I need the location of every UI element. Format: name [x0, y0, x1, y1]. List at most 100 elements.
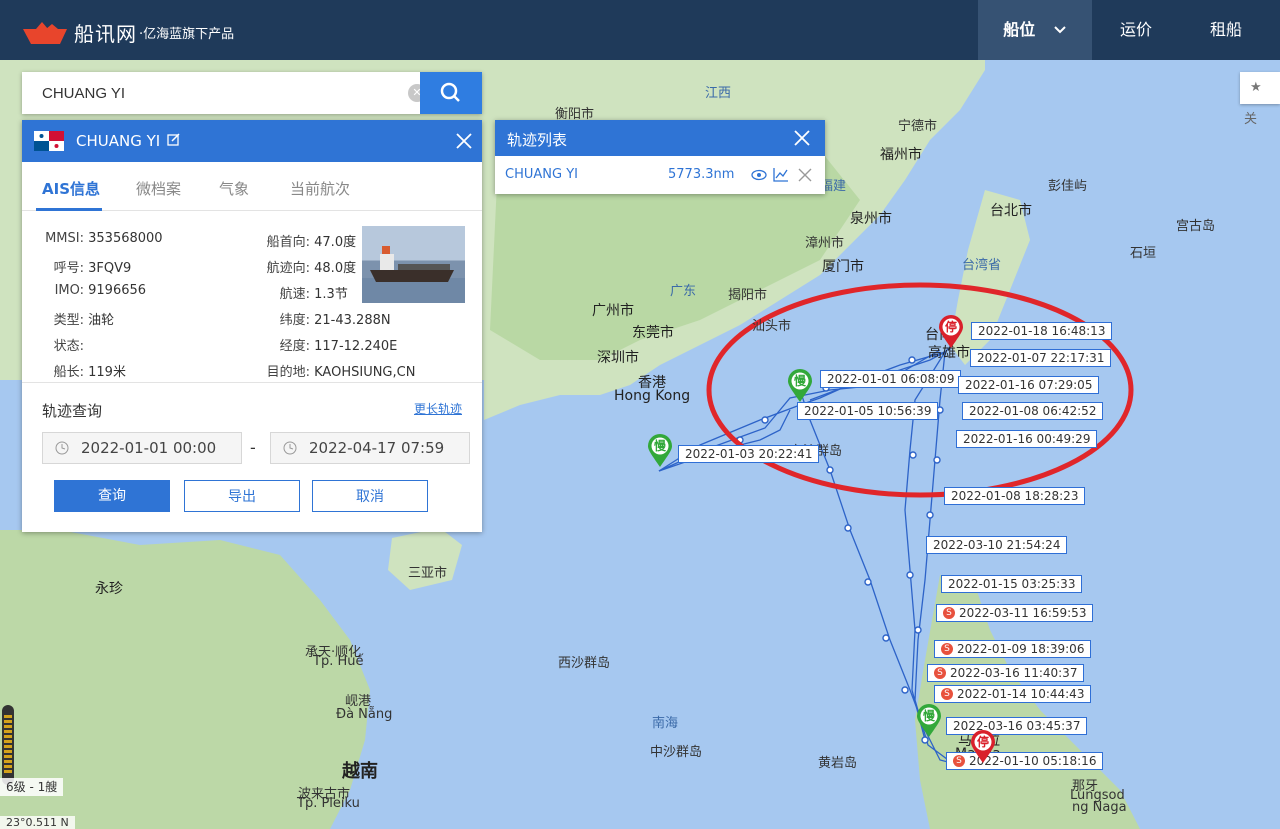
map-place-label: 广东 — [670, 284, 697, 299]
field-type: 类型: 油轮 — [53, 313, 115, 328]
map-place-label: 越南 — [342, 761, 378, 782]
map-place-label: 厦门市 — [822, 259, 864, 275]
edit-icon[interactable] — [167, 133, 180, 146]
search-button[interactable] — [420, 72, 482, 114]
vessel-name: CHUANG YI — [76, 132, 161, 150]
favorites-button[interactable]: ★ 关 — [1240, 72, 1280, 127]
track-time-text: 2022-03-10 21:54:24 — [933, 538, 1061, 552]
export-button[interactable]: 导出 — [184, 480, 300, 512]
field-status: 状态: — [53, 339, 84, 354]
ship-status-pin-icon[interactable]: 慢 — [787, 369, 813, 403]
map-place-label: 西沙群岛 — [558, 656, 611, 671]
map-place-label: Hong Kong — [614, 388, 691, 404]
ship-status-pin-icon[interactable]: 停 — [970, 730, 996, 764]
track-ship-name[interactable]: CHUANG YI — [505, 167, 578, 182]
map-place-label: 江西 — [705, 86, 732, 101]
map-place-label: 汕头市 — [752, 319, 792, 334]
eye-icon[interactable] — [751, 168, 767, 182]
chart-line-icon[interactable] — [773, 167, 789, 182]
end-date-field[interactable]: 2022-04-17 07:59 — [270, 432, 470, 464]
map-place-label: 三亚市 — [408, 566, 448, 581]
track-time-text: 2022-01-16 00:49:29 — [963, 432, 1091, 446]
track-time-label[interactable]: 2022-03-16 03:45:37 — [946, 717, 1088, 735]
track-time-label[interactable]: S 2022-03-11 16:59:53 — [936, 604, 1094, 622]
track-time-label[interactable]: 2022-01-16 00:49:29 — [956, 430, 1098, 448]
stop-marker-icon: S — [941, 643, 953, 655]
longer-track-link[interactable]: 更长轨迹 — [414, 400, 462, 417]
track-time-text: 2022-01-09 18:39:06 — [957, 642, 1085, 656]
tab-weather[interactable]: 气象 — [219, 178, 249, 199]
track-time-label[interactable]: 2022-01-08 06:42:52 — [962, 402, 1104, 420]
close-icon[interactable] — [455, 132, 473, 150]
track-time-label[interactable]: 2022-01-08 18:28:23 — [944, 487, 1086, 505]
track-time-label[interactable]: S 2022-01-14 10:44:43 — [934, 685, 1092, 703]
vessel-panel-header: CHUANG YI — [22, 120, 482, 162]
nav-ship-position[interactable]: 船位 — [978, 0, 1092, 60]
field-course: 航迹向: 48.0度 — [266, 261, 357, 276]
start-date-field[interactable]: 2022-01-01 00:00 — [42, 432, 242, 464]
ship-photo[interactable] — [362, 226, 465, 303]
ship-status-pin-icon[interactable]: 慢 — [916, 704, 942, 738]
map-place-label: 福州市 — [880, 147, 922, 163]
track-time-text: 2022-01-08 06:42:52 — [969, 404, 1097, 418]
map-place-label: Tp. Huế — [313, 654, 364, 669]
track-time-text: 2022-01-01 06:08:09 — [827, 372, 955, 386]
track-time-label[interactable]: 2022-01-18 16:48:13 — [971, 322, 1113, 340]
pin-label: 慢 — [793, 374, 806, 388]
track-time-label[interactable]: S 2022-01-09 18:39:06 — [934, 640, 1092, 658]
clock-icon — [283, 441, 297, 455]
logo-text: 船讯网 — [74, 22, 137, 46]
track-time-label[interactable]: 2022-01-16 07:29:05 — [958, 376, 1100, 394]
cancel-button[interactable]: 取消 — [312, 480, 428, 512]
track-time-label[interactable]: 2022-01-05 10:56:39 — [797, 402, 939, 420]
ais-info-grid: MMSI: 353568000 呼号: 3FQV9 IMO: 9196656 类… — [22, 211, 482, 380]
chevron-down-icon — [1054, 26, 1066, 34]
field-heading: 船首向: 47.0度 — [266, 235, 357, 250]
nav-charter[interactable]: 租船 — [1190, 0, 1262, 60]
stop-marker-icon: S — [941, 688, 953, 700]
tab-micro-profile[interactable]: 微档案 — [136, 178, 181, 199]
boat-logo-icon — [23, 21, 67, 44]
map-place-label: 东莞市 — [632, 325, 674, 341]
tab-current-voyage[interactable]: 当前航次 — [290, 178, 350, 199]
zoom-level-readout: 6级 - 1艘 — [0, 778, 64, 796]
zoom-slider[interactable] — [2, 705, 14, 785]
logo[interactable]: 船讯网 ·亿海蓝旗下产品 — [22, 18, 234, 47]
track-time-label[interactable]: 2022-01-03 20:22:41 — [678, 445, 820, 463]
stop-marker-icon: S — [953, 755, 965, 767]
track-time-label[interactable]: 2022-01-15 03:25:33 — [941, 575, 1083, 593]
field-latitude: 纬度: 21-43.288N — [279, 313, 391, 328]
track-list-panel: 轨迹列表 CHUANG YI 5773.3nm — [495, 120, 825, 194]
map-place-label: 漳州市 — [805, 236, 845, 251]
map-place-label: 泉州市 — [850, 211, 892, 227]
map-place-label: 宁德市 — [898, 119, 938, 134]
track-time-label[interactable]: 2022-01-01 06:08:09 — [820, 370, 962, 388]
close-icon[interactable] — [793, 129, 811, 147]
field-mmsi: MMSI: 353568000 — [45, 231, 163, 246]
track-time-label[interactable]: 2022-03-10 21:54:24 — [926, 536, 1068, 554]
ship-status-pin-icon[interactable]: 停 — [938, 315, 964, 349]
track-query-title: 轨迹查询 — [42, 402, 103, 420]
track-time-label[interactable]: 2022-01-07 22:17:31 — [970, 349, 1112, 367]
map-place-label: 广州市 — [592, 303, 634, 319]
map-place-label: 台湾省 — [962, 258, 1002, 273]
track-time-text: 2022-01-14 10:44:43 — [957, 687, 1085, 701]
track-time-text: 2022-01-03 20:22:41 — [685, 447, 813, 461]
stop-marker-icon: S — [943, 607, 955, 619]
query-button[interactable]: 查询 — [54, 480, 170, 512]
nav-freight[interactable]: 运价 — [1100, 0, 1172, 60]
pin-label: 慢 — [653, 439, 666, 453]
map-place-label: 永珍 — [95, 581, 123, 597]
ship-status-pin-icon[interactable]: 慢 — [647, 434, 673, 468]
track-time-label[interactable]: S 2022-03-16 11:40:37 — [927, 664, 1085, 682]
search-bar: ✕ — [22, 72, 482, 114]
field-callsign: 呼号: 3FQV9 — [53, 261, 132, 276]
search-input[interactable] — [22, 72, 422, 114]
track-time-text: 2022-01-08 18:28:23 — [951, 489, 1079, 503]
end-date-value: 2022-04-17 07:59 — [309, 439, 445, 457]
vessel-tabs: AIS信息 微档案 气象 当前航次 — [22, 162, 482, 211]
tab-ais-info[interactable]: AIS信息 — [42, 178, 100, 199]
remove-track-icon[interactable] — [797, 167, 813, 183]
map-place-label: Tp. Pleiku — [297, 796, 360, 811]
start-date-value: 2022-01-01 00:00 — [81, 439, 217, 457]
